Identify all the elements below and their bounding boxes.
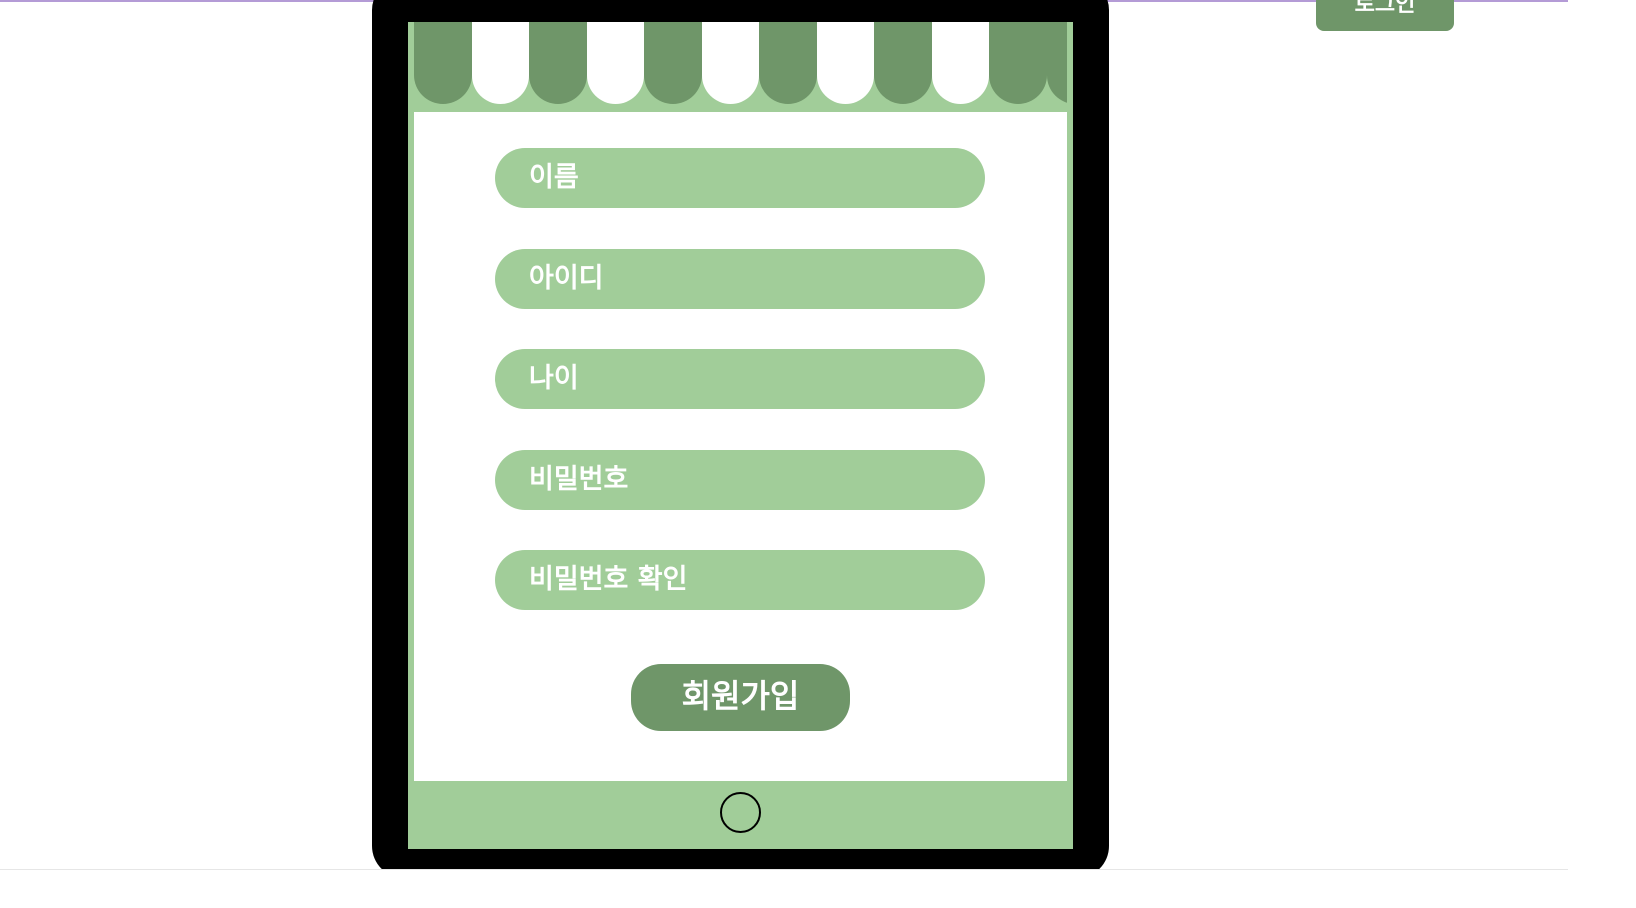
tablet-frame: 이름 아이디 나이 비밀번호 비밀번호 확인 회원가입 — [372, 0, 1109, 870]
awning-stripe — [1046, 22, 1067, 104]
awning-stripe — [989, 22, 1047, 104]
awning-stripe — [414, 22, 472, 104]
home-button-icon[interactable] — [720, 792, 761, 833]
awning-stripe — [529, 22, 587, 104]
awning-stripe — [816, 22, 874, 104]
awning-stripe — [874, 22, 932, 104]
awning-stripe — [471, 22, 529, 104]
name-field[interactable]: 이름 — [495, 148, 985, 208]
id-field[interactable]: 아이디 — [495, 249, 985, 309]
awning-stripe — [644, 22, 702, 104]
awning — [414, 22, 1067, 104]
bottom-divider — [0, 869, 1568, 870]
age-field[interactable]: 나이 — [495, 349, 985, 409]
awning-stripe — [759, 22, 817, 104]
signup-button[interactable]: 회원가입 — [631, 664, 850, 731]
tablet-inner: 이름 아이디 나이 비밀번호 비밀번호 확인 회원가입 — [408, 22, 1073, 849]
login-button[interactable]: 로그인 — [1316, 0, 1454, 31]
page: 로그인 이름 아이디 나이 비밀번호 비밀번호 확인 회원가입 — [0, 0, 1568, 870]
signup-screen: 이름 아이디 나이 비밀번호 비밀번호 확인 회원가입 — [414, 112, 1067, 781]
password-field[interactable]: 비밀번호 — [495, 450, 985, 510]
awning-stripe — [701, 22, 759, 104]
password-confirm-field[interactable]: 비밀번호 확인 — [495, 550, 985, 610]
awning-stripe — [931, 22, 989, 104]
awning-stripe — [586, 22, 644, 104]
